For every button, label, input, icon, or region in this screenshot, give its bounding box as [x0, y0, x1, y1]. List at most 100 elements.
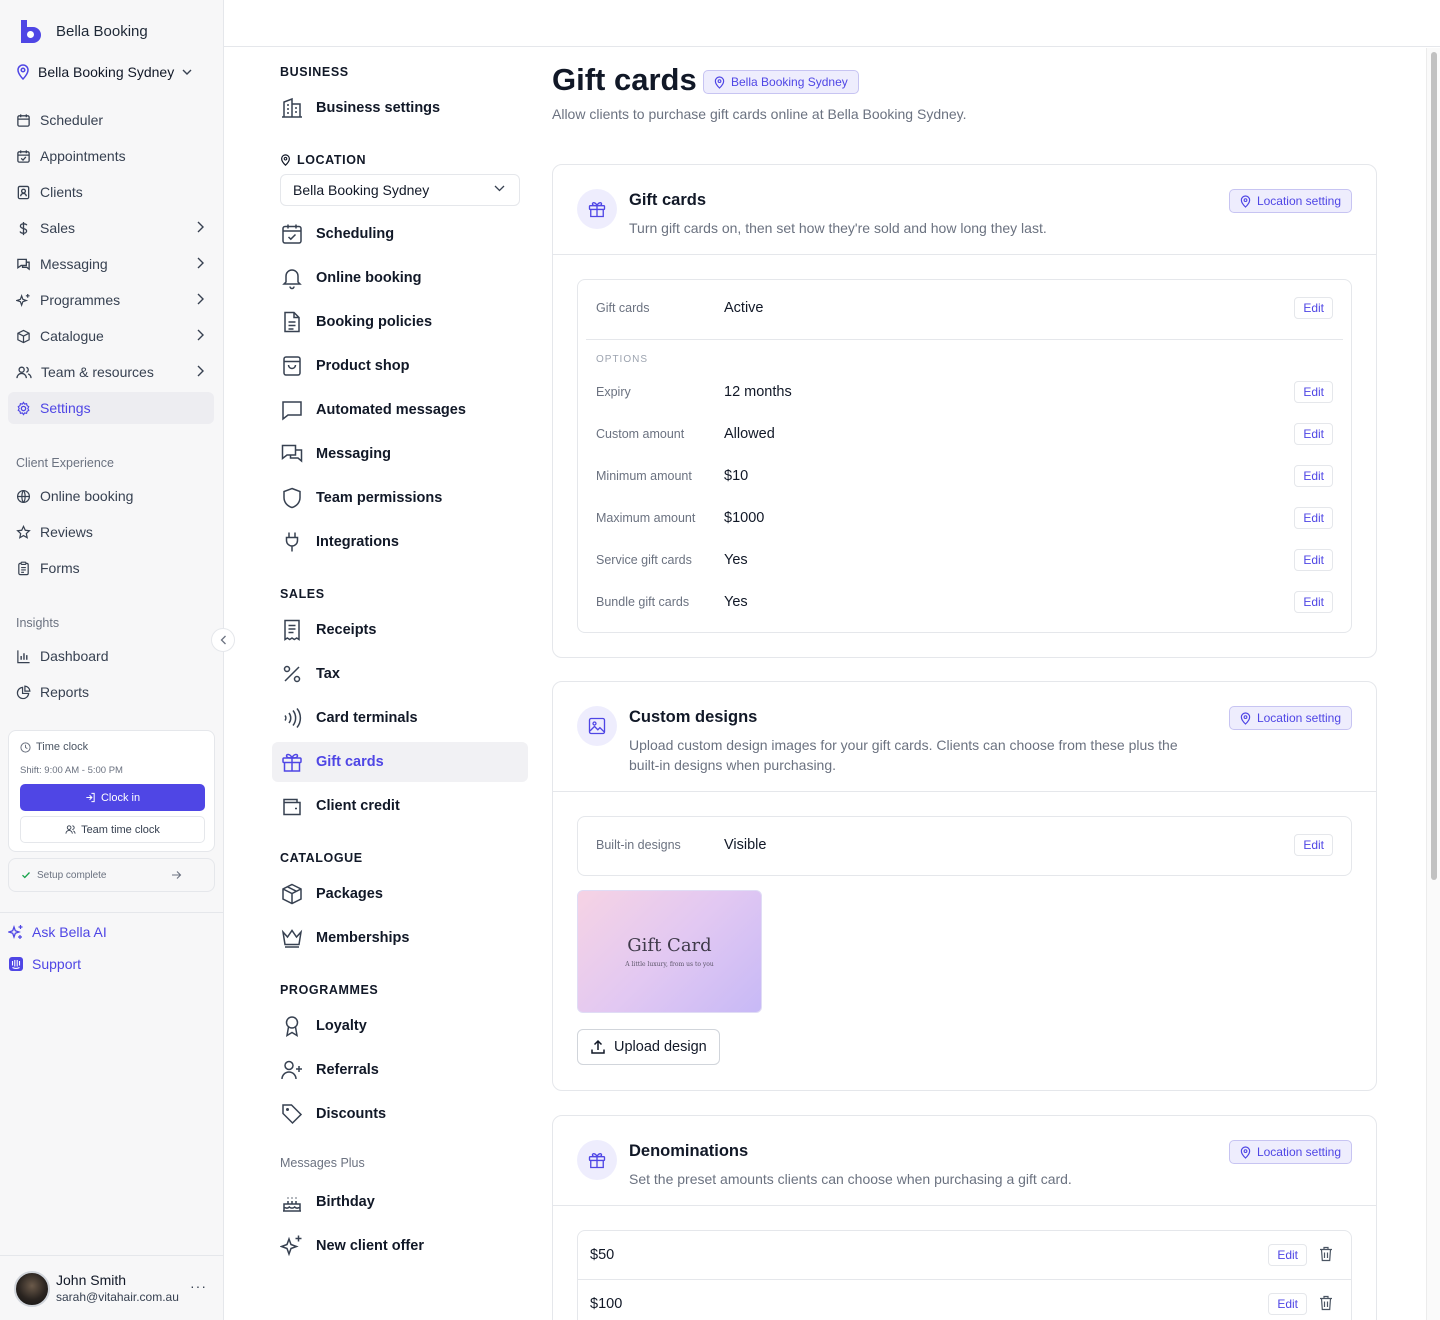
edit-button[interactable]: Edit — [1294, 465, 1333, 487]
ask-bella-ai-label: Ask Bella AI — [32, 924, 107, 940]
settings-item-business-settings[interactable]: Business settings — [272, 88, 528, 128]
denomination-row: $100 Edit — [578, 1280, 1351, 1320]
settings-item-card-terminals[interactable]: Card terminals — [272, 698, 528, 738]
scrollbar-thumb[interactable] — [1431, 52, 1437, 880]
upload-design-button[interactable]: Upload design — [577, 1029, 720, 1065]
settings-item-label: Messaging — [316, 446, 391, 462]
chevron-right-icon — [197, 257, 204, 269]
edit-button[interactable]: Edit — [1294, 834, 1333, 856]
chevron-right-icon — [197, 221, 204, 233]
sidebar-item-reports[interactable]: Reports — [8, 676, 214, 708]
location-select[interactable]: Bella Booking Sydney — [280, 174, 520, 206]
clock-in-button[interactable]: Clock in — [20, 784, 205, 811]
card-header: Denominations Set the preset amounts cli… — [553, 1116, 1376, 1206]
card-description: Upload custom design images for your gif… — [629, 737, 1178, 773]
sidebar-item-clients[interactable]: Clients — [8, 176, 214, 208]
user-profile[interactable]: John Smith sarah@vitahair.com.au ··· — [0, 1255, 223, 1320]
edit-button[interactable]: Edit — [1294, 549, 1333, 571]
sidebar-item-settings[interactable]: Settings — [8, 392, 214, 424]
sidebar-item-messaging[interactable]: Messaging — [8, 248, 214, 280]
setting-row-bundle-gift-cards: Bundle gift cards Yes Edit — [578, 582, 1351, 624]
crown-icon — [281, 929, 303, 948]
tag-icon — [282, 1104, 303, 1125]
settings-item-messaging[interactable]: Messaging — [272, 434, 528, 474]
settings-item-gift-cards[interactable]: Gift cards — [272, 742, 528, 782]
sidebar-item-programmes[interactable]: Programmes — [8, 284, 214, 316]
setting-value: $10 — [724, 468, 749, 484]
denominations-list: $50 Edit $100 Edit — [577, 1230, 1352, 1320]
sidebar-item-catalogue[interactable]: Catalogue — [8, 320, 214, 352]
card-header: Custom designs Upload custom design imag… — [553, 682, 1376, 792]
settings-item-scheduling[interactable]: Scheduling — [272, 214, 528, 254]
team-time-clock-button[interactable]: Team time clock — [20, 816, 205, 843]
settings-item-client-credit[interactable]: Client credit — [272, 786, 528, 826]
location-heading-label: LOCATION — [297, 153, 367, 167]
card-icon — [577, 1140, 617, 1180]
sidebar-item-label: Settings — [40, 400, 91, 416]
ask-bella-ai-link[interactable]: Ask Bella AI — [8, 924, 107, 940]
collapse-sidebar-button[interactable] — [211, 628, 235, 652]
contact-icon — [17, 185, 30, 199]
edit-button[interactable]: Edit — [1268, 1293, 1307, 1315]
builtin-designs-setting: Built-in designs Visible Edit — [577, 816, 1352, 876]
settings-item-product-shop[interactable]: Product shop — [272, 346, 528, 386]
sidebar-item-scheduler[interactable]: Scheduler — [8, 104, 214, 136]
setup-complete-link[interactable]: Setup complete — [8, 858, 215, 892]
location-switcher[interactable]: Bella Booking Sydney — [16, 64, 192, 80]
settings-item-automated-messages[interactable]: Automated messages — [272, 390, 528, 430]
edit-button[interactable]: Edit — [1294, 423, 1333, 445]
trash-icon[interactable] — [1319, 1295, 1333, 1311]
settings-item-memberships[interactable]: Memberships — [272, 918, 528, 958]
settings-item-label: Gift cards — [316, 754, 384, 770]
sidebar-item-sales[interactable]: Sales — [8, 212, 214, 244]
sidebar-item-online-booking[interactable]: Online booking — [8, 480, 214, 512]
settings-item-receipts[interactable]: Receipts — [272, 610, 528, 650]
sidebar-item-team-resources[interactable]: Team & resources — [8, 356, 214, 388]
edit-button[interactable]: Edit — [1294, 507, 1333, 529]
log-in-icon — [86, 792, 95, 803]
settings-item-label: Business settings — [316, 100, 441, 116]
gift-card-design-preview[interactable]: Gift Card A little luxury, from us to yo… — [577, 890, 762, 1013]
settings-item-new-client-offer[interactable]: New client offer — [272, 1226, 528, 1266]
sidebar-item-forms[interactable]: Forms — [8, 552, 214, 584]
setting-label: Custom amount — [596, 427, 685, 441]
clock-in-label: Clock in — [100, 791, 141, 804]
settings-item-team-permissions[interactable]: Team permissions — [272, 478, 528, 518]
options-heading: OPTIONS — [596, 354, 649, 365]
settings-item-integrations[interactable]: Integrations — [272, 522, 528, 562]
settings-item-loyalty[interactable]: Loyalty — [272, 1006, 528, 1046]
edit-button[interactable]: Edit — [1294, 381, 1333, 403]
user-more-button[interactable]: ··· — [190, 1278, 207, 1294]
settings-item-booking-policies[interactable]: Booking policies — [272, 302, 528, 342]
card-description: Turn gift cards on, then set how they're… — [629, 220, 1047, 236]
brand[interactable]: Bella Booking — [18, 18, 148, 44]
box-icon — [17, 329, 30, 343]
pie-chart-icon — [16, 684, 31, 699]
edit-button[interactable]: Edit — [1294, 591, 1333, 613]
settings-item-tax[interactable]: Tax — [272, 654, 528, 694]
settings-item-online-booking[interactable]: Online booking — [272, 258, 528, 298]
scrollbar[interactable] — [1426, 48, 1440, 1320]
bar-chart-icon — [17, 649, 30, 663]
sidebar-item-reviews[interactable]: Reviews — [8, 516, 214, 548]
settings-item-referrals[interactable]: Referrals — [272, 1050, 528, 1090]
intercom-icon — [9, 957, 23, 971]
location-switcher-label: Bella Booking Sydney — [38, 64, 175, 80]
upload-design-label: Upload design — [614, 1039, 707, 1055]
settings-item-packages[interactable]: Packages — [272, 874, 528, 914]
calendar-check-icon — [282, 224, 302, 244]
sidebar-item-label: Scheduler — [40, 112, 104, 128]
trash-icon[interactable] — [1319, 1246, 1333, 1262]
setting-row-custom-amount: Custom amount Allowed Edit — [578, 414, 1351, 456]
sidebar-item-dashboard[interactable]: Dashboard — [8, 640, 214, 672]
gift-icon — [282, 753, 302, 772]
settings-item-discounts[interactable]: Discounts — [272, 1094, 528, 1134]
map-pin-icon — [1240, 1145, 1251, 1159]
setting-value: Yes — [724, 594, 748, 610]
edit-button[interactable]: Edit — [1294, 297, 1333, 319]
support-link[interactable]: Support — [8, 956, 81, 972]
insights-heading: Insights — [16, 616, 60, 630]
edit-button[interactable]: Edit — [1268, 1244, 1307, 1266]
sidebar-item-appointments[interactable]: Appointments — [8, 140, 214, 172]
settings-item-birthday[interactable]: Birthday — [272, 1182, 528, 1222]
